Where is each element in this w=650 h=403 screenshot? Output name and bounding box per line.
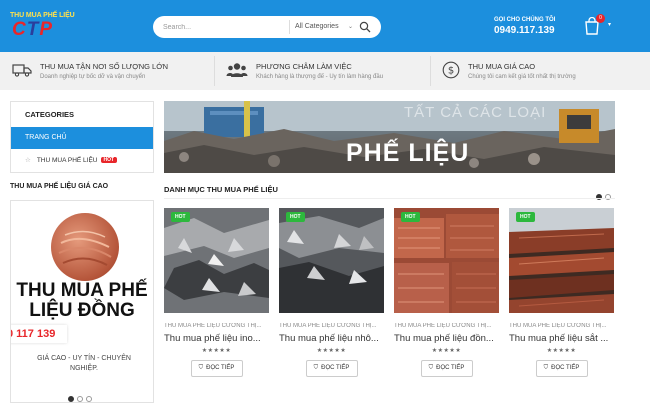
category-select[interactable]: All Categories ⌄	[289, 20, 361, 34]
site-logo[interactable]: THU MUA PHẾ LIỆU CTP	[10, 12, 75, 42]
search-icon[interactable]	[359, 21, 371, 33]
product-name[interactable]: Thu mua phế liệu sắt ...	[509, 333, 614, 344]
feature-subtitle: Khách hàng là thượng đế - Uy tín làm hàn…	[256, 74, 384, 80]
feature-high-price: $ THU MUA GIÁ CAO Chúng tôi cam kết giá …	[440, 52, 640, 90]
truck-icon	[12, 64, 32, 77]
carousel-dot[interactable]	[596, 194, 602, 200]
divider	[214, 56, 215, 86]
search-bar: All Categories ⌄	[153, 16, 381, 38]
promo-title: THU MUA PHẾ LIỆU ĐỒNG	[16, 280, 148, 321]
hotline-number: 0949.117.139	[494, 25, 555, 36]
hot-badge: HOT	[171, 212, 190, 222]
feature-title: THU MUA TẬN NƠI SỐ LƯỢNG LỚN	[40, 62, 169, 71]
slider-dot[interactable]	[68, 396, 74, 402]
category-item-home[interactable]: TRANG CHỦ	[11, 127, 153, 149]
feature-subtitle: Doanh nghiệp tự bốc dỡ và vận chuyển	[40, 74, 146, 80]
slider-dots	[68, 389, 95, 402]
promo-description: GIÁ CAO - UY TÍN - CHUYÊN NGHIỆP.	[37, 355, 131, 372]
promo-slider: THU MUA PHẾ LIỆU ĐỒNG 0 117 139 GIÁ CAO …	[10, 200, 154, 403]
hot-badge: HOT	[401, 212, 420, 222]
star-icon: ☆	[25, 157, 31, 164]
product-name[interactable]: Thu mua phế liệu đồn...	[394, 333, 499, 344]
divider	[430, 56, 431, 86]
slider-dot[interactable]	[86, 396, 92, 402]
product-card[interactable]: HOT THU MUA PHẾ LIỆU CƯỜNG THỊ... Thu mu…	[279, 208, 384, 377]
rating-stars: ★★★★★	[431, 348, 462, 354]
read-more-button[interactable]: ⛉ ĐỌC TIẾP	[190, 360, 243, 377]
users-icon	[226, 63, 248, 77]
cart-count-badge: 0	[596, 14, 605, 23]
read-more-button[interactable]: ⛉ ĐỌC TIẾP	[535, 360, 588, 377]
feature-bulk-collection: THU MUA TẬN NƠI SỐ LƯỢNG LỚN Doanh nghiệ…	[10, 52, 210, 90]
product-image[interactable]: HOT	[509, 208, 614, 313]
chevron-down-icon: ⌄	[347, 24, 353, 30]
hot-badge: HOT	[100, 157, 118, 163]
product-image[interactable]: HOT	[394, 208, 499, 313]
divider	[164, 198, 615, 199]
section-title: DANH MỤC THU MUA PHẾ LIỆU	[164, 185, 278, 194]
features-bar: THU MUA TẬN NƠI SỐ LƯỢNG LỚN Doanh nghiệ…	[0, 52, 650, 90]
rating-stars: ★★★★★	[201, 348, 232, 354]
bag-icon: ⛉	[198, 365, 204, 371]
product-image[interactable]: HOT	[279, 208, 384, 313]
feature-subtitle: Chúng tôi cam kết giá tốt nhất thị trườn…	[468, 74, 576, 80]
product-category[interactable]: THU MUA PHẾ LIỆU CƯỜNG THỊ...	[394, 323, 499, 329]
bag-icon: ⛉	[543, 365, 549, 371]
site-header: THU MUA PHẾ LIỆU CTP All Categories ⌄ GỌ…	[0, 0, 650, 52]
product-category[interactable]: THU MUA PHẾ LIỆU CƯỜNG THỊ...	[279, 323, 384, 329]
banner-headline: TẤT CẢ CÁC LOẠI	[404, 104, 547, 121]
rating-stars: ★★★★★	[546, 348, 577, 354]
dollar-icon: $	[442, 61, 460, 79]
read-more-button[interactable]: ⛉ ĐỌC TIẾP	[305, 360, 358, 377]
product-card[interactable]: HOT THU MUA PHẾ LIỆU CƯỜNG THỊ... Thu mu…	[509, 208, 614, 377]
hot-badge: HOT	[286, 212, 305, 222]
product-category[interactable]: THU MUA PHẾ LIỆU CƯỜNG THỊ...	[509, 323, 614, 329]
svg-text:$: $	[448, 66, 454, 77]
promo-phone[interactable]: 0 117 139	[11, 325, 67, 343]
hero-banner[interactable]: TẤT CẢ CÁC LOẠI PHẾ LIỆU	[164, 101, 615, 173]
category-item-scrap[interactable]: ☆ THU MUA PHẾ LIỆU HOT	[25, 156, 118, 164]
logo-tagline: THU MUA PHẾ LIỆU	[10, 12, 75, 19]
product-category[interactable]: THU MUA PHẾ LIỆU CƯỜNG THỊ...	[164, 323, 269, 329]
feature-title: THU MUA GIÁ CAO	[468, 62, 536, 71]
product-name[interactable]: Thu mua phế liệu nhô...	[279, 333, 384, 344]
chevron-down-icon[interactable]: ▾	[608, 21, 611, 28]
read-more-button[interactable]: ⛉ ĐỌC TIẾP	[420, 360, 473, 377]
carousel-dots	[596, 187, 614, 205]
product-card[interactable]: HOT THU MUA PHẾ LIỆU CƯỜNG THỊ... Thu mu…	[164, 208, 269, 377]
logo-letters: CTP	[12, 19, 54, 40]
categories-panel: CATEGORIES TRANG CHỦ ☆ THU MUA PHẾ LIỆU HO…	[10, 101, 154, 173]
categories-title: CATEGORIES	[25, 110, 75, 119]
product-image[interactable]: HOT	[164, 208, 269, 313]
carousel-dot[interactable]	[605, 194, 611, 200]
bag-icon: ⛉	[428, 365, 434, 371]
product-name[interactable]: Thu mua phế liệu ino...	[164, 333, 269, 344]
hotline-label: GỌI CHO CHÚNG TÔI	[494, 17, 556, 23]
hot-badge: HOT	[516, 212, 535, 222]
sidebar-heading: THU MUA PHẾ LIỆU GIÁ CAO	[10, 183, 109, 190]
banner-title: PHẾ LIỆU	[346, 139, 470, 167]
product-card[interactable]: HOT THU MUA PHẾ LIỆU CƯỜNG THỊ... Thu mu…	[394, 208, 499, 377]
search-input[interactable]	[163, 16, 283, 38]
slider-dot[interactable]	[77, 396, 83, 402]
rating-stars: ★★★★★	[316, 348, 347, 354]
bag-icon: ⛉	[313, 365, 319, 371]
copper-scrap-image	[51, 213, 119, 281]
feature-work-motto: PHƯƠNG CHÂM LÀM VIỆC Khách hàng là thượn…	[224, 52, 424, 90]
hotline[interactable]: GỌI CHO CHÚNG TÔI 0949.117.139	[494, 16, 555, 37]
feature-title: PHƯƠNG CHÂM LÀM VIỆC	[256, 62, 352, 71]
